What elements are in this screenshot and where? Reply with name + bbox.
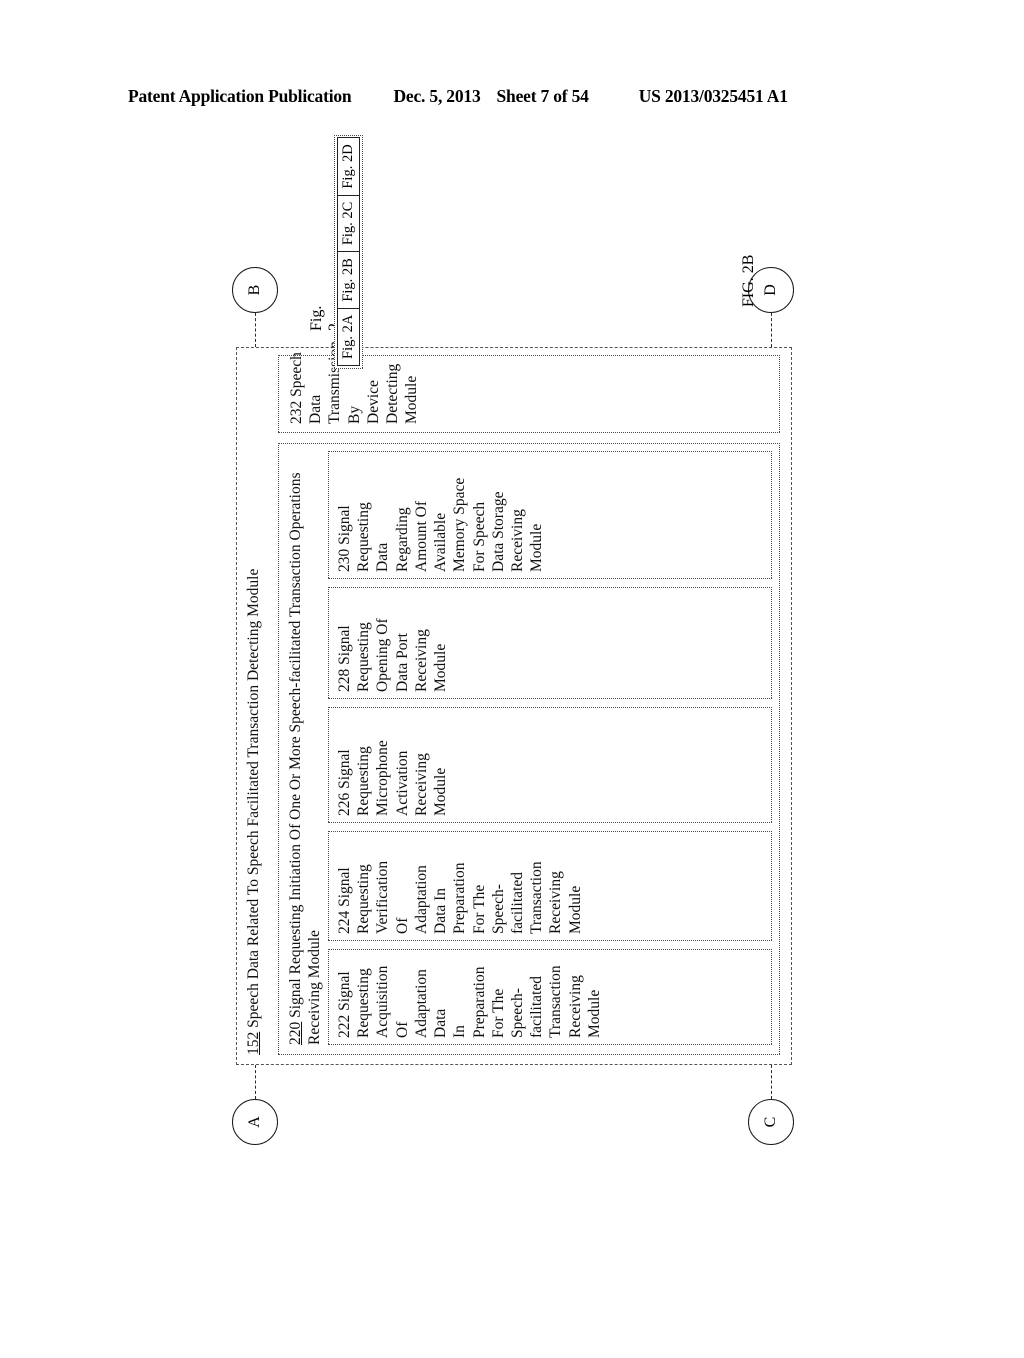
module-224-box: 224 Signal Requesting Verification Of Adapta… bbox=[328, 831, 772, 941]
module-222-line: Transaction bbox=[547, 965, 565, 1038]
module-230-box: 230 Signal Requesting Data Regarding Amount … bbox=[328, 451, 772, 579]
module-226-line: Requesting bbox=[355, 746, 373, 816]
module-230-line: Amount Of bbox=[412, 500, 430, 572]
module-224-line: Transaction bbox=[528, 861, 546, 934]
module-230-line: For Speech bbox=[470, 501, 488, 572]
module-224-line: For The bbox=[470, 884, 488, 934]
module-222-line: Module bbox=[585, 989, 603, 1038]
module-230-line: Memory Space bbox=[451, 477, 469, 572]
module-232-line: 232 Speech Data bbox=[288, 352, 325, 424]
module-222-box: 222 Signal Requesting Acquisition Of Adapta… bbox=[328, 949, 772, 1045]
module-230-line: Requesting bbox=[355, 502, 373, 572]
module-232-line: Device Detecting bbox=[364, 363, 402, 424]
module-226-line: Module bbox=[432, 767, 450, 816]
module-230-line: Available bbox=[432, 512, 450, 572]
module-222-label: 222 Signal Requesting Acquisition Of Adapta… bbox=[335, 950, 604, 1038]
connector-circle-a: A bbox=[232, 1099, 278, 1145]
module-222-line: Acquisition Of bbox=[374, 965, 411, 1038]
module-228-line: Module bbox=[432, 643, 450, 692]
module-226-line: 226 Signal bbox=[336, 749, 353, 816]
module-230-line: 230 Signal bbox=[336, 505, 353, 572]
figure-canvas: A C B D 152 Speech Data Related To Speec… bbox=[0, 38, 1024, 1358]
module-224-line: Adaptation bbox=[412, 865, 430, 934]
module-230-line: Regarding bbox=[393, 507, 411, 572]
module-228-line: Receiving bbox=[412, 629, 430, 692]
connector-circle-b: B bbox=[232, 267, 278, 313]
module-224-line: Speech- bbox=[489, 884, 507, 934]
module-230-line: Module bbox=[528, 523, 546, 572]
figure-caption: FIG. 2B bbox=[740, 254, 757, 307]
module-228-line: 228 Signal bbox=[336, 625, 353, 692]
figure-key-table: Fig. 2A Fig. 2B Fig. 2C Fig. 2D bbox=[334, 135, 363, 369]
module-230-label: 230 Signal Requesting Data Regarding Amount … bbox=[335, 478, 546, 572]
figure-key-cell: Fig. 2D bbox=[337, 137, 360, 196]
module-230-line: Data bbox=[374, 542, 392, 572]
module-152-label: 152 Speech Data Related To Speech Facili… bbox=[245, 568, 262, 1055]
module-228-box: 228 Signal Requesting Opening Of Data Port R… bbox=[328, 587, 772, 699]
module-230-line: Data Storage bbox=[489, 491, 507, 572]
leader-line-d bbox=[771, 313, 772, 347]
module-222-line: Requesting bbox=[355, 968, 373, 1038]
module-228-line: Requesting bbox=[355, 622, 373, 692]
figure-key-cell: Fig. 2C bbox=[337, 194, 360, 253]
figure-stage: A C B D 152 Speech Data Related To Speec… bbox=[192, 135, 832, 1173]
connector-circle-c: C bbox=[748, 1099, 794, 1145]
module-232-line: Module bbox=[403, 375, 421, 424]
module-224-line: Requesting bbox=[355, 864, 373, 934]
figure-key-cell: Fig. 2A bbox=[337, 307, 360, 366]
module-226-line: Microphone bbox=[374, 740, 392, 816]
module-222-line: facilitated bbox=[528, 976, 546, 1038]
module-228-line: Opening Of bbox=[374, 618, 392, 692]
leader-line-c bbox=[771, 1065, 772, 1099]
module-226-label: 226 Signal Requesting Microphone Activation… bbox=[335, 740, 450, 816]
leader-line-a bbox=[255, 1065, 256, 1099]
module-224-line: 224 Signal bbox=[336, 867, 353, 934]
module-222-line: For The Speech- bbox=[489, 988, 526, 1038]
module-224-line: Data In bbox=[432, 887, 450, 934]
module-226-line: Receiving bbox=[412, 753, 430, 816]
module-224-line: facilitated bbox=[508, 872, 526, 934]
module-224-line: Of bbox=[393, 917, 411, 934]
module-222-line: In Preparation bbox=[451, 966, 488, 1038]
module-228-line: Data Port bbox=[393, 633, 411, 692]
module-224-line: Preparation bbox=[451, 862, 469, 934]
module-224-label: 224 Signal Requesting Verification Of Adapta… bbox=[335, 861, 585, 934]
module-230-line: Receiving bbox=[508, 509, 526, 572]
leader-line-b bbox=[255, 313, 256, 347]
module-224-line: Module bbox=[566, 885, 584, 934]
module-222-line: 222 Signal bbox=[336, 971, 353, 1038]
module-220-label: 220 Signal Requesting Initiation Of One … bbox=[287, 472, 324, 1045]
figure-key-cell: Fig. 2B bbox=[337, 251, 360, 309]
module-226-line: Activation bbox=[393, 750, 411, 816]
module-222-line: Receiving bbox=[566, 975, 584, 1038]
module-222-line: Adaptation Data bbox=[412, 969, 450, 1038]
module-228-label: 228 Signal Requesting Opening Of Data Port R… bbox=[335, 618, 450, 692]
module-224-line: Receiving bbox=[547, 871, 565, 934]
module-226-box: 226 Signal Requesting Microphone Activation… bbox=[328, 707, 772, 823]
module-224-line: Verification bbox=[374, 860, 392, 934]
